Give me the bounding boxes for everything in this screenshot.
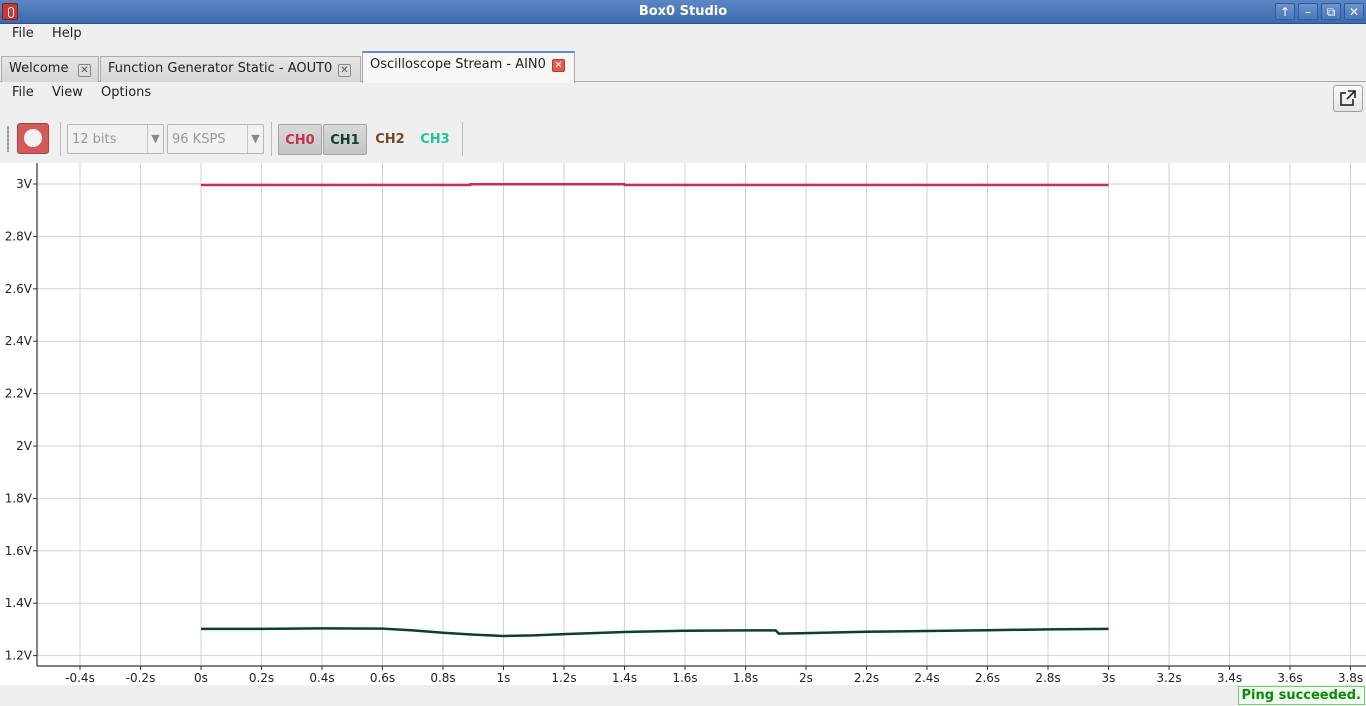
menu-file[interactable]: File <box>12 26 34 41</box>
x-tick-label: -0.4s <box>65 671 95 685</box>
osc-menu-options[interactable]: Options <box>101 85 151 100</box>
menubar: File Help <box>0 24 1366 46</box>
x-tick-label: 1.2s <box>551 671 576 685</box>
detach-tab-button[interactable] <box>1333 85 1363 112</box>
tab-oscilloscope[interactable]: Oscilloscope Stream - AIN0 ✕ <box>362 51 575 83</box>
menu-help[interactable]: Help <box>52 26 82 41</box>
y-tick-label: 1.8V <box>5 491 33 505</box>
y-tick-label: 2.4V <box>5 334 33 348</box>
x-tick-label: 2.8s <box>1035 671 1060 685</box>
x-tick-label: 0.8s <box>430 671 455 685</box>
y-tick-label: 1.6V <box>5 544 33 558</box>
series-line-ch1 <box>201 627 1109 638</box>
plot-svg[interactable]: 1.2V 1.4V 1.6V 1.8V 2V 2.2V 2.4V 2.6V 2.8V 3V -0.4… <box>0 163 1366 685</box>
keep-above-button[interactable]: ↑ <box>1275 3 1295 20</box>
sample-rate-select[interactable]: 96 KSPS ▼ <box>167 124 264 154</box>
y-tick-label: 2.8V <box>5 229 33 243</box>
x-tick-label: 1s <box>497 671 511 685</box>
close-icon[interactable]: ✕ <box>78 64 91 77</box>
x-tick-label: 3.2s <box>1156 671 1181 685</box>
chevron-down-icon: ▼ <box>147 125 163 153</box>
bits-value: 12 bits <box>72 132 117 147</box>
channel-ch2-toggle[interactable]: CH2 <box>368 124 412 155</box>
y-tick-label: 3V <box>16 177 33 191</box>
toolbar-separator <box>271 122 272 156</box>
maximize-button[interactable]: ⧉ <box>1321 3 1341 20</box>
x-tick-label: -0.2s <box>126 671 156 685</box>
x-tick-label: 3s <box>1102 671 1116 685</box>
chevron-down-icon: ▼ <box>247 125 263 153</box>
tab-label: Oscilloscope Stream - AIN0 <box>370 57 546 72</box>
oscilloscope-toolbar: 12 bits ▼ 96 KSPS ▼ CH0 CH1 CH2 CH3 <box>0 116 1366 162</box>
tab-function-generator[interactable]: Function Generator Static - AOUT0 ✕ <box>100 56 361 82</box>
oscilloscope-plot[interactable]: 1.2V 1.4V 1.6V 1.8V 2V 2.2V 2.4V 2.6V 2.8V 3V -0.4… <box>0 163 1366 685</box>
x-tick-label: 3.8s <box>1338 671 1363 685</box>
x-tick-label: 2s <box>799 671 813 685</box>
series-line-ch0 <box>201 183 1109 187</box>
channel-ch3-toggle[interactable]: CH3 <box>413 124 457 155</box>
x-tick-label: 2.4s <box>914 671 939 685</box>
oscilloscope-menubar: File View Options <box>0 83 1366 107</box>
close-icon[interactable]: ✕ <box>338 64 351 77</box>
y-tick-label: 1.4V <box>5 596 33 610</box>
minimize-button[interactable]: – <box>1298 3 1318 20</box>
toolbar-separator <box>60 122 61 156</box>
window-title: Box0 Studio <box>638 4 728 19</box>
toolbar-grip[interactable] <box>7 126 9 152</box>
x-tick-label: 1.6s <box>672 671 697 685</box>
x-tick-label: 2.6s <box>975 671 1000 685</box>
channel-ch1-toggle[interactable]: CH1 <box>323 124 367 155</box>
tab-label: Welcome <box>9 61 69 76</box>
x-tick-label: 0.2s <box>249 671 274 685</box>
osc-menu-file[interactable]: File <box>12 85 34 100</box>
y-tick-label: 2.2V <box>5 387 33 401</box>
tab-bar: Welcome ✕ Function Generator Static - AO… <box>0 46 1366 83</box>
tab-label: Function Generator Static - AOUT0 <box>108 61 333 76</box>
x-tick-label: 1.8s <box>733 671 758 685</box>
bits-select[interactable]: 12 bits ▼ <box>67 124 164 154</box>
x-tick-label: 3.4s <box>1217 671 1242 685</box>
channel-ch0-toggle[interactable]: CH0 <box>278 124 322 155</box>
osc-menu-view[interactable]: View <box>52 85 83 100</box>
y-tick-label: 2V <box>16 439 33 453</box>
tab-welcome[interactable]: Welcome ✕ <box>1 56 99 82</box>
external-link-icon <box>1340 90 1357 106</box>
x-tick-label: 0.6s <box>370 671 395 685</box>
x-tick-label: 3.6s <box>1277 671 1302 685</box>
x-tick-label: 1.4s <box>612 671 637 685</box>
toolbar-separator <box>462 122 463 156</box>
sample-rate-value: 96 KSPS <box>172 132 226 147</box>
status-bar: Ping succeeded. <box>0 685 1366 706</box>
x-tick-label: 0s <box>194 671 208 685</box>
window-titlebar: Box0 Studio ↑ – ⧉ ✕ <box>0 0 1366 24</box>
x-tick-label: 0.4s <box>309 671 334 685</box>
y-tick-label: 2.6V <box>5 282 33 296</box>
close-window-button[interactable]: ✕ <box>1344 3 1364 20</box>
record-button[interactable] <box>17 123 49 154</box>
x-tick-label: 2.2s <box>854 671 879 685</box>
status-message: Ping succeeded. <box>1237 686 1365 705</box>
close-icon[interactable]: ✕ <box>552 59 565 72</box>
y-tick-label: 1.2V <box>5 649 33 663</box>
